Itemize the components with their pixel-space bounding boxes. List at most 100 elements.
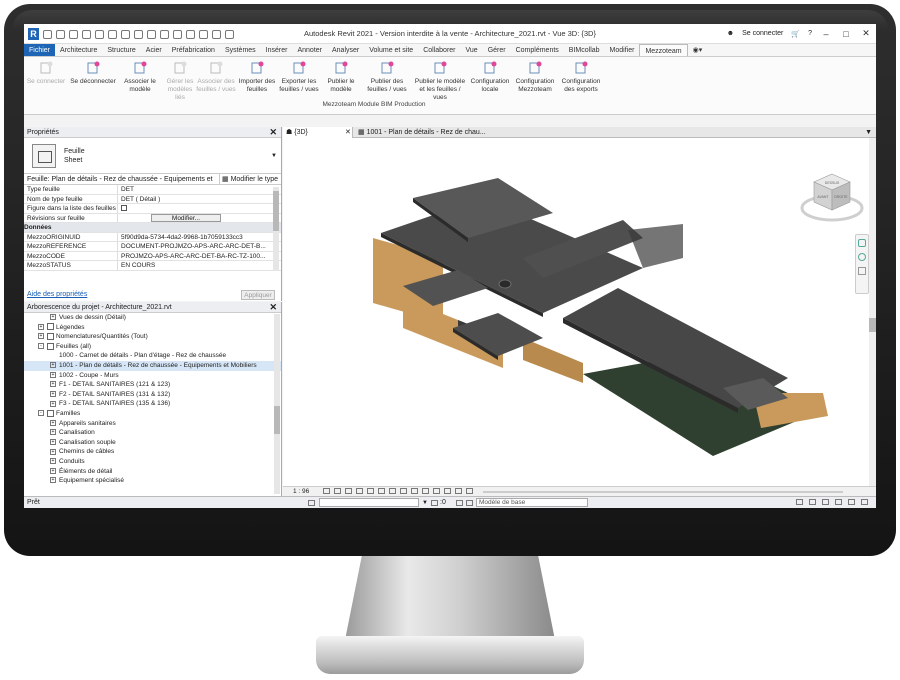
ribbon-button-7[interactable]: Exporter les feuilles / vues [278,60,320,94]
collapse-icon[interactable]: - [38,410,44,417]
tree-item[interactable]: +1001 - Plan de détails - Rez de chaussé… [24,360,281,371]
checkbox[interactable] [121,205,127,211]
select-by-face-icon[interactable] [835,499,842,505]
ribbon-button-4[interactable]: Gérer les modèles liés [162,60,198,102]
ribbon-button-5[interactable]: Associer des feuilles / vues [196,60,236,94]
select-links-icon[interactable] [796,499,803,505]
close-icon[interactable]: ✕ [345,127,351,138]
exclude-options-icon[interactable] [466,500,473,506]
tree-item[interactable]: + Appareils sanitaires [24,419,281,429]
tree-item[interactable]: + Éléments de détail [24,467,281,477]
close-window-button[interactable]: ✕ [860,28,872,39]
maximize-button[interactable]: □ [840,29,852,39]
tree-item[interactable]: + Vues de dessin (Détail) [24,313,281,323]
tab-structure[interactable]: Structure [102,44,140,56]
property-value[interactable]: DOCUMENT-PROJMZO-APS-ARC-ARC-DET-B... [118,242,281,251]
ribbon-button-6[interactable]: Importer des feuilles [238,60,276,94]
editable-only-icon[interactable] [431,500,438,506]
property-section[interactable]: Données [24,223,281,233]
shadows-icon[interactable] [356,488,363,494]
tree-item[interactable]: - Familles [24,409,281,419]
properties-help-link[interactable]: Aide des propriétés [24,291,87,298]
tab-mezzoteam[interactable]: Mezzoteam [639,44,688,56]
steering-wheel-icon[interactable] [858,239,866,247]
property-value[interactable]: DET ( Détail ) [118,195,281,204]
tree-item[interactable]: + Légendes [24,323,281,333]
canvas-vscroll[interactable] [869,138,876,486]
cart-icon[interactable]: 🛒 [791,30,800,38]
tab-annoter[interactable]: Annoter [292,44,327,56]
expand-icon[interactable]: + [50,439,56,445]
tab-compl-ments[interactable]: Compléments [511,44,564,56]
tab-syst-mes[interactable]: Systèmes [220,44,261,56]
property-value[interactable]: DET [118,185,281,194]
tree-item[interactable]: - Feuilles (all) [24,342,281,352]
analysis-icon[interactable] [444,488,451,494]
tree-item[interactable]: + Nomenclatures/Quantités (Tout) [24,332,281,342]
expand-icon[interactable]: + [38,323,44,330]
ribbon-button-10[interactable]: Publier le modèle et les feuilles / vues [412,60,468,102]
canvas-vscroll-thumb[interactable] [869,318,876,332]
tree-item[interactable]: 1000 - Carnet de détails - Plan d'étage … [24,351,281,361]
close-icon[interactable]: ✕ [269,127,277,138]
expand-icon[interactable]: + [50,477,56,484]
detail-level-icon[interactable] [323,488,330,494]
view-tabs-menu-icon[interactable]: ▼ [865,127,872,138]
tree-item[interactable]: + Canalisation [24,428,281,438]
expand-icon[interactable]: + [50,400,56,407]
expand-icon[interactable]: + [50,371,56,378]
ribbon-button-11[interactable]: Configuration locale [470,60,510,94]
tree-item[interactable]: + Canalisation souple [24,438,281,448]
tab-modifier[interactable]: Modifier [605,44,640,56]
tab-collaborer[interactable]: Collaborer [418,44,460,56]
apply-button[interactable]: Appliquer [241,290,275,300]
tree-item[interactable]: + Equipement spécialisé [24,476,281,486]
expand-icon[interactable]: + [50,419,56,426]
unlock-icon[interactable] [400,488,407,494]
property-value[interactable]: PROJMZO-APS-ARC-ARC-DET-BA-RC-TZ-100... [118,252,281,261]
render-icon[interactable] [367,488,374,494]
expand-icon[interactable]: + [50,458,56,465]
reveal-hidden-icon[interactable] [422,488,429,494]
temporary-hide-icon[interactable] [411,488,418,494]
tree-item[interactable]: + F3 - DETAIL SANITAIRES (135 & 136) [24,399,281,409]
ribbon-button-9[interactable]: Publier des feuilles / vues [364,60,410,94]
ribbon-button-8[interactable]: Publier le modèle [322,60,360,94]
tab-3d-view[interactable]: ☗ {3D} ✕ [283,127,353,138]
minimize-button[interactable]: – [820,29,832,39]
expand-icon[interactable]: + [50,467,56,474]
ribbon-button-12[interactable]: Configuration Mezzoteam [514,60,556,94]
tab-acier[interactable]: Acier [141,44,167,56]
tab-bimcollab[interactable]: BIMcollab [564,44,605,56]
ribbon-button-3[interactable]: Associer le modèle [122,60,158,94]
chevron-down-icon[interactable]: ▼ [271,153,277,159]
expand-icon[interactable]: + [38,333,44,340]
expand-icon[interactable]: + [50,448,56,455]
zoom-icon[interactable] [858,253,866,261]
browser-scrollbar[interactable] [274,314,280,494]
tab-architecture[interactable]: Architecture [55,44,102,56]
canvas-hscroll[interactable] [483,491,843,493]
highlight-icon[interactable] [455,488,462,494]
properties-scrollbar[interactable] [273,187,279,271]
property-value[interactable]: EN COURS [118,261,281,270]
expand-icon[interactable]: + [50,314,56,321]
ribbon-button-13[interactable]: Configuration des exports [558,60,604,94]
browser-scroll-thumb[interactable] [274,406,280,434]
property-value[interactable]: 5f90d9da-5734-4da2-9968-1b7059133cc3 [118,233,281,242]
tab-pr-fabrication[interactable]: Préfabrication [167,44,220,56]
select-pinned-icon[interactable] [822,499,829,505]
tab-ins-rer[interactable]: Insérer [261,44,293,56]
chevron-down-icon[interactable]: ▼ [422,497,428,508]
type-selector[interactable]: Feuille Sheet ▼ [24,138,281,174]
tab-fichier[interactable]: Fichier [24,44,56,56]
show-crop-icon[interactable] [389,488,396,494]
collapse-icon[interactable]: - [38,343,44,350]
sun-path-icon[interactable] [345,488,352,494]
ribbon-options-icon[interactable]: ◉▾ [688,44,708,56]
user-icon[interactable]: ☻ [727,30,734,37]
visual-style-icon[interactable] [334,488,341,494]
tab-vue[interactable]: Vue [461,44,483,56]
tree-item[interactable]: +1002 - Coupe - Murs [24,371,281,381]
properties-scroll-thumb[interactable] [273,191,279,231]
